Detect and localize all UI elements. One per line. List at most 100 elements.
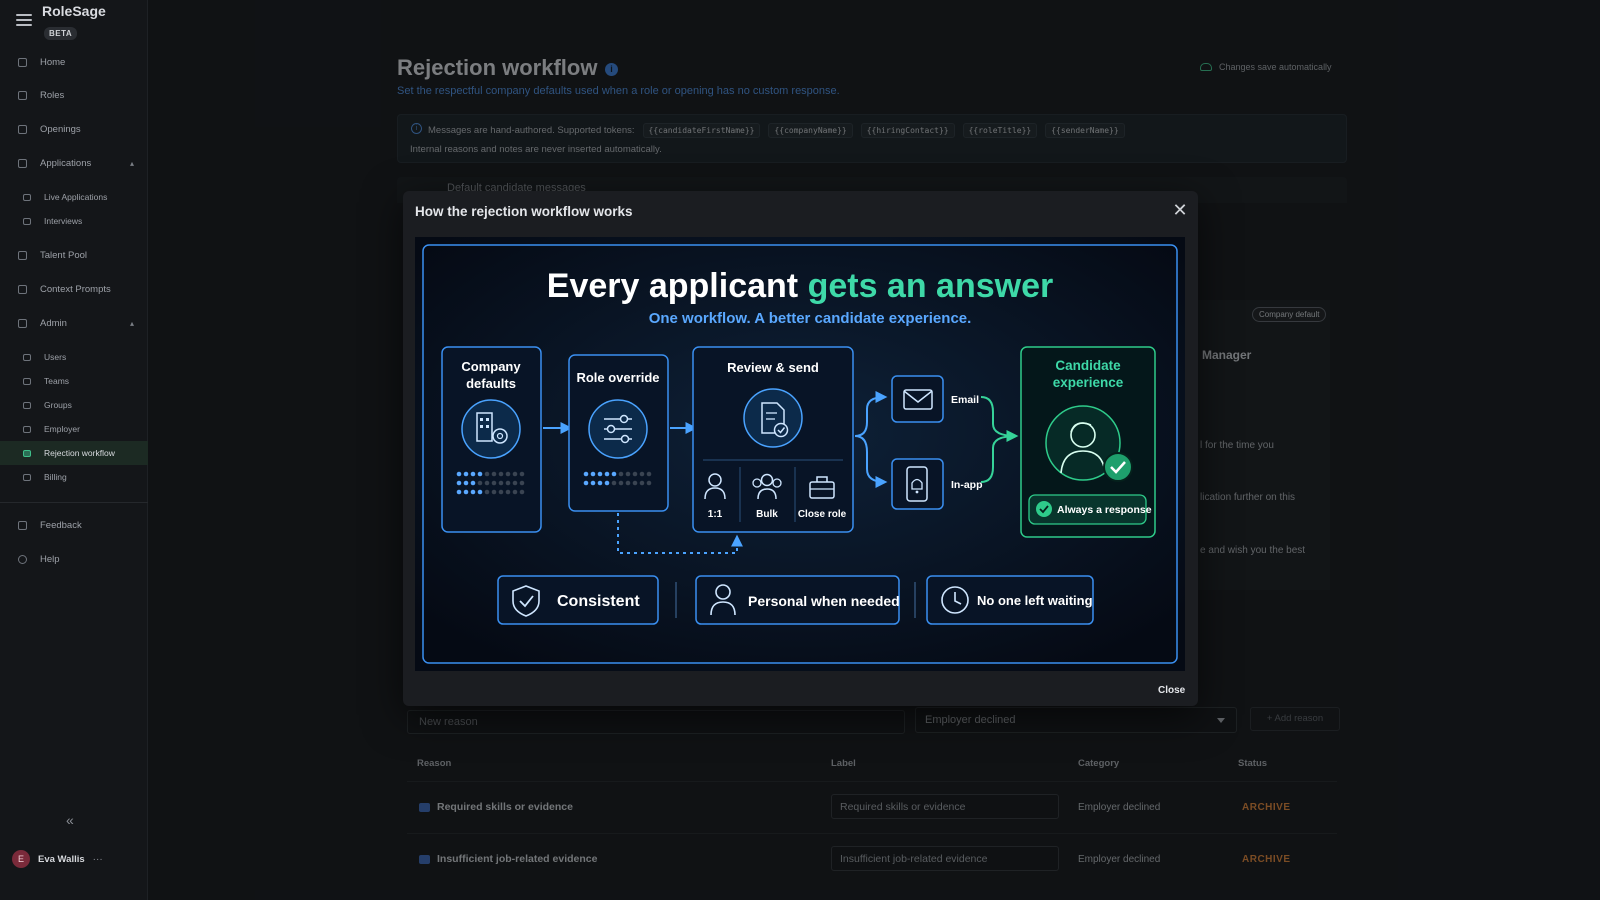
- chat-icon: [18, 520, 27, 530]
- sidebar-item-employer[interactable]: Employer: [0, 417, 148, 441]
- progress-dot: [505, 471, 511, 477]
- progress-dot: [597, 480, 603, 486]
- progress-dot: [491, 489, 497, 495]
- progress-dot: [470, 480, 476, 486]
- progress-dot: [484, 471, 490, 477]
- progress-dot: [484, 480, 490, 486]
- headline-part-a: Every applicant: [547, 267, 808, 305]
- step-title: Role override: [576, 370, 659, 385]
- sidebar-item-admin[interactable]: Admin ▴: [0, 311, 148, 335]
- progress-dot: [498, 480, 504, 486]
- building-icon: [23, 425, 31, 433]
- chevron-up-icon: ▴: [129, 159, 134, 168]
- pillar-label: Consistent: [557, 593, 640, 610]
- sidebar-item-label: Rejection workflow: [44, 448, 115, 458]
- sidebar-item-interviews[interactable]: Interviews: [0, 209, 148, 233]
- sidebar-item-billing[interactable]: Billing: [0, 465, 148, 489]
- infographic-tagline: One workflow. A better candidate experie…: [649, 310, 972, 327]
- progress-dot: [632, 480, 638, 486]
- sidebar-item-applications[interactable]: Applications ▴: [0, 151, 148, 175]
- progress-dot: [583, 471, 589, 477]
- progress-dot: [470, 489, 476, 495]
- team-icon: [23, 377, 31, 385]
- openings-icon: [18, 124, 27, 134]
- sidebar-divider: [0, 502, 148, 503]
- progress-dot: [618, 471, 624, 477]
- progress-dot: [519, 471, 525, 477]
- sidebar-item-label: Openings: [40, 123, 81, 135]
- channel-label: Email: [951, 394, 979, 406]
- sidebar-item-rejection-workflow[interactable]: Rejection workflow: [0, 441, 148, 465]
- sidebar-item-label: Users: [44, 352, 67, 362]
- pillar-personal: Personal when needed: [695, 575, 900, 625]
- document-check-icon: [743, 388, 803, 448]
- sidebar-item-label: Groups: [44, 400, 72, 410]
- outcome-title: experience: [1053, 375, 1124, 390]
- channel-label: In-app: [951, 479, 983, 491]
- progress-dot: [639, 471, 645, 477]
- step-review-send: Review & send 1:1 Bulk Close role: [692, 346, 854, 533]
- collapse-sidebar-icon[interactable]: «: [66, 812, 74, 828]
- sidebar-item-teams[interactable]: Teams: [0, 369, 148, 393]
- home-icon: [18, 57, 27, 67]
- bookmark-icon: [18, 250, 27, 260]
- sidebar-item-label: Billing: [44, 472, 67, 482]
- pillar-label: No one left waiting: [977, 593, 1093, 608]
- workflow-infographic: Every applicant gets an answer One workf…: [415, 237, 1185, 671]
- mode-label: Bulk: [756, 509, 778, 520]
- step-company-defaults: Company defaults: [441, 346, 542, 533]
- progress-dot: [583, 480, 589, 486]
- layers-icon: [18, 284, 27, 294]
- progress-dot: [477, 489, 483, 495]
- sidebar-item-roles[interactable]: Roles: [0, 83, 148, 107]
- app-name: RoleSage: [42, 3, 106, 19]
- sidebar-item-label: Talent Pool: [40, 249, 88, 261]
- sidebar-item-users[interactable]: Users: [0, 345, 148, 369]
- outcome-candidate-experience: Candidate experience Always a response: [1020, 346, 1156, 538]
- hamburger-menu-icon[interactable]: [16, 14, 32, 26]
- admin-icon: [18, 318, 27, 328]
- progress-dot: [505, 480, 511, 486]
- progress-dot: [646, 480, 652, 486]
- progress-dot: [604, 471, 610, 477]
- progress-dot: [477, 471, 483, 477]
- users-icon: [23, 353, 31, 361]
- close-button[interactable]: Close: [1158, 685, 1185, 696]
- sidebar-item-groups[interactable]: Groups: [0, 393, 148, 417]
- sidebar-item-context-prompts[interactable]: Context Prompts: [0, 277, 148, 301]
- sidebar-item-label: Home: [40, 56, 66, 68]
- progress-dot: [590, 480, 596, 486]
- progress-dot: [632, 471, 638, 477]
- list-icon: [23, 193, 31, 201]
- sidebar: RoleSage BETA Home Roles Openings Applic…: [0, 0, 148, 900]
- how-it-works-modal: How the rejection workflow works ✕ Every…: [403, 191, 1198, 706]
- check-circle-icon: [1036, 501, 1052, 517]
- sidebar-item-live-applications[interactable]: Live Applications: [0, 185, 148, 209]
- close-icon[interactable]: ✕: [1171, 201, 1189, 219]
- sliders-icon: [588, 399, 648, 459]
- progress-dot: [498, 471, 504, 477]
- sidebar-item-label: Help: [40, 553, 60, 565]
- step-title: Review & send: [727, 360, 819, 375]
- progress-dot: [597, 471, 603, 477]
- sidebar-item-openings[interactable]: Openings: [0, 117, 148, 141]
- sidebar-item-home[interactable]: Home: [0, 50, 148, 74]
- progress-dot: [470, 471, 476, 477]
- outcome-title: Candidate: [1055, 358, 1121, 373]
- user-menu[interactable]: E Eva Wallis ···: [12, 850, 103, 868]
- progress-dot: [463, 480, 469, 486]
- progress-dot: [519, 489, 525, 495]
- always-response-label: Always a response: [1057, 504, 1152, 516]
- sidebar-item-label: Employer: [44, 424, 80, 434]
- groups-icon: [23, 401, 31, 409]
- building-gear-icon: [461, 399, 521, 459]
- sidebar-item-help[interactable]: Help: [0, 547, 148, 571]
- sidebar-item-feedback[interactable]: Feedback: [0, 513, 148, 537]
- chevron-up-icon: ▴: [129, 319, 134, 328]
- sidebar-item-talent-pool[interactable]: Talent Pool: [0, 243, 148, 267]
- step-title: Company: [461, 359, 521, 374]
- more-icon[interactable]: ···: [93, 854, 103, 865]
- progress-dot: [463, 471, 469, 477]
- help-icon: [18, 554, 27, 564]
- workflow-diagram: Every applicant gets an answer One workf…: [415, 237, 1185, 671]
